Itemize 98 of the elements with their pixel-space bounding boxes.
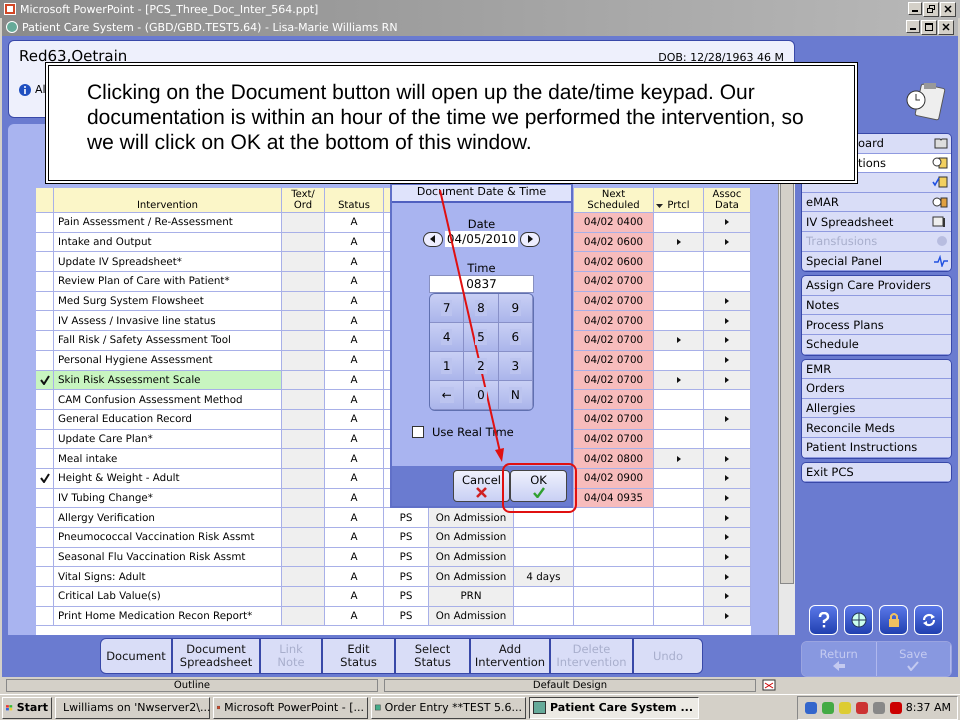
schedule-cell: 04/02 0700 xyxy=(574,410,654,429)
sidebar-item[interactable]: Notes xyxy=(802,296,951,316)
toolbar-button[interactable]: Edit Status xyxy=(322,638,395,674)
column-header[interactable]: Next Scheduled xyxy=(574,188,654,212)
keypad-key[interactable]: 9 xyxy=(498,294,533,323)
table-cell: On Admission xyxy=(429,528,514,547)
keypad-key[interactable]: N xyxy=(498,381,533,410)
dialog-button[interactable]: OK xyxy=(510,470,567,502)
table-cell: On Admission xyxy=(429,508,514,527)
status-cell: A xyxy=(325,449,384,468)
status-cell: A xyxy=(325,331,384,350)
status-cell: A xyxy=(325,410,384,429)
status-cell: A xyxy=(325,252,384,272)
time-field[interactable]: 0837 xyxy=(429,275,534,293)
keypad-key[interactable]: 2 xyxy=(464,352,499,381)
time-label: Time xyxy=(467,261,496,275)
status-cell: A xyxy=(325,232,384,252)
status-cell: A xyxy=(325,350,384,370)
column-header[interactable]: Text/ Ord xyxy=(282,188,325,212)
toolbar-button[interactable]: Document Spreadsheet xyxy=(172,638,260,674)
status-cell: A xyxy=(325,370,384,390)
intervention-cell[interactable]: Skin Risk Assessment Scale xyxy=(54,370,282,390)
window-title: Microsoft PowerPoint - [PCS_Three_Doc_Inter_564.ppt] xyxy=(20,2,320,16)
status-cell: A xyxy=(325,528,384,547)
schedule-cell: 04/02 0700 xyxy=(574,272,654,291)
taskbar-button[interactable]: Patient Care System ... xyxy=(529,696,699,718)
sidebar-item[interactable]: Orders xyxy=(802,379,951,399)
sidebar-item[interactable]: eMAR xyxy=(802,192,951,212)
schedule-cell: 04/02 0700 xyxy=(574,350,654,370)
schedule-cell: 04/02 0800 xyxy=(574,449,654,468)
status-cell: A xyxy=(325,548,384,566)
date-label: Date xyxy=(468,217,496,231)
column-header[interactable]: Status xyxy=(325,188,384,212)
keypad-key[interactable]: 4 xyxy=(430,323,464,352)
taskbar-button[interactable]: Microsoft PowerPoint - [... xyxy=(213,696,368,718)
sidebar-item[interactable]: Patient Instructions xyxy=(802,438,951,458)
column-header[interactable]: Assoc Data xyxy=(704,188,751,212)
keypad-key[interactable]: 0 xyxy=(464,381,499,410)
patient-name: Red63,Oetrain xyxy=(19,47,128,65)
status-cell: A xyxy=(325,488,384,508)
toolbar-button[interactable]: Add Intervention xyxy=(470,638,550,674)
table-cell: PRN xyxy=(429,587,514,606)
sidebar-item[interactable]: Schedule xyxy=(802,334,951,355)
keypad-key[interactable]: 6 xyxy=(498,323,533,352)
sidebar-item[interactable]: EMR xyxy=(802,360,951,380)
window-title: Patient Care System - (GBD/GBD.TEST5.64) - Lisa-Marie Williams RN xyxy=(22,20,399,34)
sidebar-item[interactable]: Allergies xyxy=(802,398,951,418)
schedule-cell: 04/02 0700 xyxy=(574,331,654,350)
toolbar-button[interactable]: Document xyxy=(100,638,172,674)
status-cell: A xyxy=(325,311,384,330)
table-cell: 4 days xyxy=(514,567,574,586)
keypad-key[interactable]: 8 xyxy=(464,294,499,323)
keypad-key[interactable]: 7 xyxy=(430,294,464,323)
dialog-title: Document Date & Time xyxy=(392,185,571,203)
schedule-cell: 04/02 0600 xyxy=(574,232,654,252)
clock-text: 8:37 AM xyxy=(906,701,951,714)
schedule-cell: 04/02 0700 xyxy=(574,311,654,330)
schedule-cell: 04/02 0900 xyxy=(574,468,654,488)
schedule-cell: 04/02 0600 xyxy=(574,252,654,272)
table-cell: On Admission xyxy=(429,606,514,626)
status-cell: A xyxy=(325,587,384,606)
taskbar-button[interactable]: Order Entry **TEST 5.6... xyxy=(371,696,526,718)
start-button[interactable]: Start xyxy=(2,696,52,718)
status-cell: A xyxy=(325,468,384,488)
schedule-cell: 04/02 0700 xyxy=(574,370,654,390)
sidebar-item[interactable]: IV Spreadsheet xyxy=(802,212,951,232)
status-text: Outline xyxy=(6,678,378,692)
sidebar-item[interactable]: Process Plans xyxy=(802,315,951,335)
keypad-key[interactable]: 1 xyxy=(430,352,464,381)
status-cell: A xyxy=(325,272,384,291)
schedule-cell: 04/02 0400 xyxy=(574,213,654,232)
status-cell: A xyxy=(325,430,384,448)
keypad-key[interactable]: ← xyxy=(430,381,464,410)
sidebar-item[interactable]: Special Panel xyxy=(802,252,951,272)
callout-text: Clicking on the Document button will open up the date/time keypad. Our documentation is within an hour of the time we performed the intervention, so we will click on OK at the bottom of this window. xyxy=(87,80,805,155)
alert-text: Al xyxy=(35,83,46,96)
schedule-cell: 04/04 0935 xyxy=(574,488,654,508)
schedule-cell: 04/02 0700 xyxy=(574,430,654,448)
table-cell: On Admission xyxy=(429,567,514,586)
schedule-cell: 04/02 0700 xyxy=(574,390,654,409)
status-cell: A xyxy=(325,213,384,232)
keypad-key[interactable]: 5 xyxy=(464,323,499,352)
table-cell: On Admission xyxy=(429,548,514,566)
dialog-button[interactable]: Cancel xyxy=(453,470,510,502)
status-text: Default Design xyxy=(384,678,756,692)
status-cell: A xyxy=(325,567,384,586)
toolbar-button[interactable]: Select Status xyxy=(395,638,470,674)
patient-dob: DOB: 12/28/1963 46 M xyxy=(658,51,784,64)
schedule-cell: 04/02 0700 xyxy=(574,292,654,310)
sidebar-item[interactable]: Exit PCS xyxy=(802,462,951,482)
sidebar-item[interactable]: Assign Care Providers xyxy=(802,276,951,296)
status-cell: A xyxy=(325,292,384,310)
status-cell: A xyxy=(325,508,384,527)
column-header[interactable]: Intervention xyxy=(54,188,282,212)
status-cell: A xyxy=(325,606,384,626)
status-cell: A xyxy=(325,390,384,409)
sidebar-item[interactable]: Reconcile Meds xyxy=(802,418,951,438)
keypad-key[interactable]: 3 xyxy=(498,352,533,381)
